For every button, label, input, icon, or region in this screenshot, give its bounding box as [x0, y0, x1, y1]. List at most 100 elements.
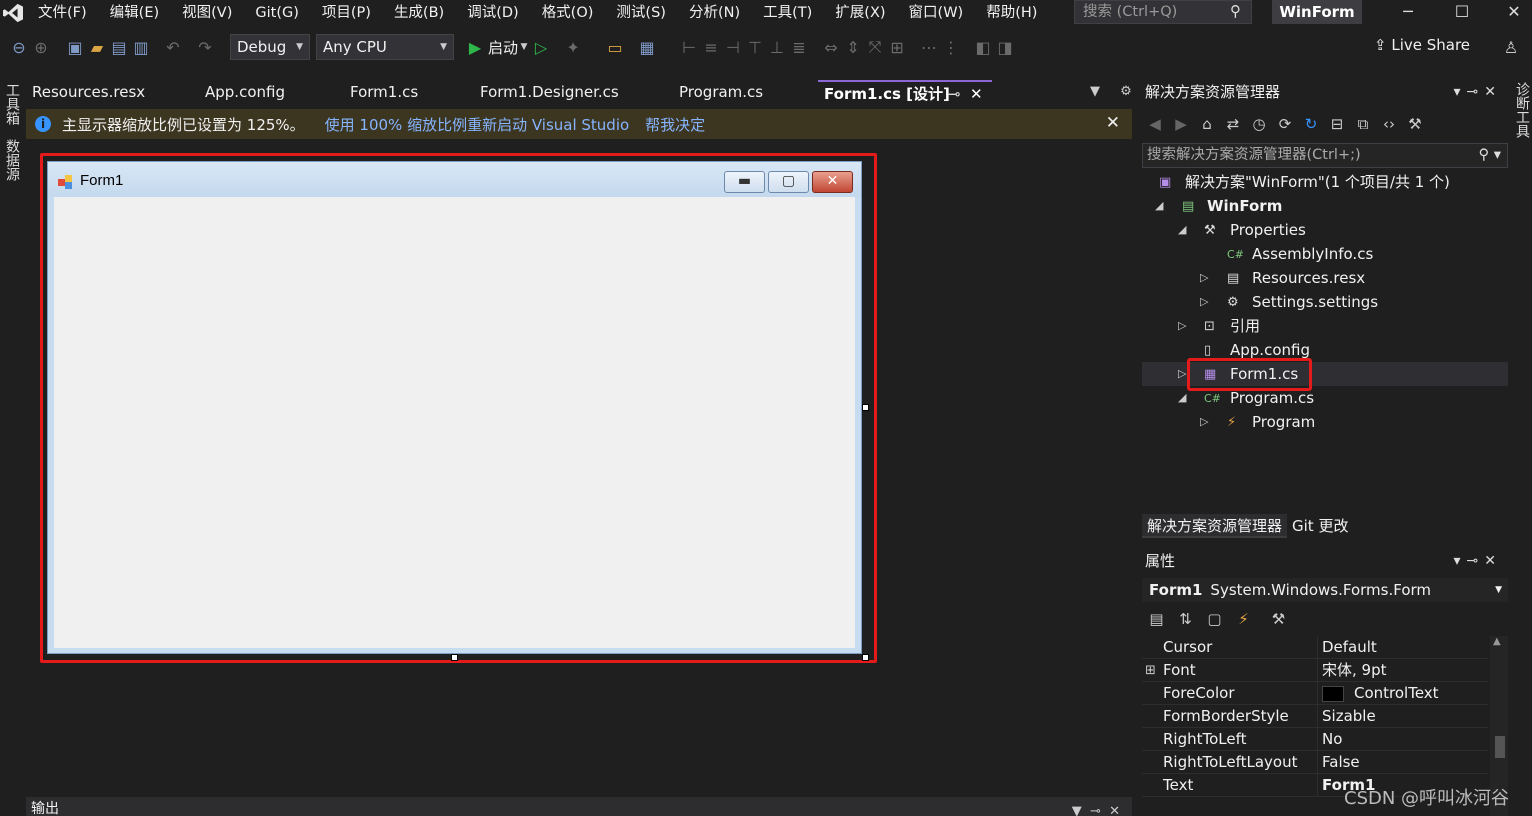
- form-maximize-button[interactable]: ▢: [768, 171, 809, 193]
- menu-file[interactable]: 文件(F): [26, 0, 98, 26]
- collapsed-chevron-icon[interactable]: ▷: [1178, 314, 1186, 338]
- visual-studio-logo-icon[interactable]: [0, 0, 26, 26]
- layout-tool-icon[interactable]: ▦: [636, 38, 658, 57]
- align-right-icon[interactable]: ⊣: [722, 38, 744, 57]
- property-value[interactable]: Default: [1322, 636, 1377, 659]
- forward-icon[interactable]: ▶: [1168, 115, 1194, 133]
- resize-handle-right[interactable]: [862, 404, 869, 411]
- maximize-window-icon[interactable]: ☐: [1442, 0, 1482, 24]
- close-tab-icon[interactable]: ✕: [970, 82, 983, 106]
- output-panel-controls[interactable]: ▼ ⊸ ✕: [1072, 800, 1120, 816]
- refresh-icon[interactable]: ↻: [1298, 115, 1324, 133]
- tree-item-resources-resx[interactable]: ▷ ▤ Resources.resx: [1142, 266, 1508, 290]
- property-value[interactable]: 宋体, 9pt: [1322, 659, 1386, 682]
- collapse-all-icon[interactable]: ⊟: [1324, 115, 1350, 133]
- tab-program-cs[interactable]: Program.cs: [673, 80, 818, 106]
- menu-help[interactable]: 帮助(H): [974, 0, 1048, 26]
- designer-form-window[interactable]: Form1 ▬ ▢ ✕: [47, 161, 862, 654]
- pin-icon[interactable]: ⊸: [948, 82, 961, 106]
- menu-format[interactable]: 格式(O): [530, 0, 605, 26]
- property-row-cursor[interactable]: Cursor Default: [1142, 636, 1488, 659]
- close-window-icon[interactable]: ✕: [1494, 0, 1532, 24]
- tab-form1-cs[interactable]: Form1.cs: [344, 80, 474, 106]
- form-client-area[interactable]: [54, 197, 855, 648]
- align-bottom-icon[interactable]: ≣: [788, 38, 810, 57]
- tree-item-assemblyinfo[interactable]: C# AssemblyInfo.cs: [1142, 242, 1508, 266]
- save-all-icon[interactable]: ▥: [130, 38, 152, 57]
- tree-item-settings[interactable]: ▷ ⚙ Settings.settings: [1142, 290, 1508, 314]
- navigate-back-icon[interactable]: ⊖: [8, 38, 30, 57]
- tree-item-solution[interactable]: ▣ 解决方案"WinForm"(1 个项目/共 1 个): [1142, 170, 1508, 194]
- menu-window[interactable]: 窗口(W): [897, 0, 975, 26]
- property-row-forecolor[interactable]: ForeColor ControlText: [1142, 682, 1488, 705]
- tab-app-config[interactable]: App.config: [199, 80, 344, 106]
- scroll-up-icon[interactable]: ▲: [1493, 636, 1501, 647]
- start-debug-icon[interactable]: ▶: [464, 38, 486, 57]
- tab-form1-design[interactable]: Form1.cs [设计] ⊸ ✕: [818, 80, 992, 106]
- tree-item-properties[interactable]: ◢ ⚒ Properties: [1142, 218, 1508, 242]
- expanded-chevron-icon[interactable]: ◢: [1178, 218, 1186, 242]
- resize-handle-bottom[interactable]: [451, 654, 458, 661]
- back-icon[interactable]: ◀: [1142, 115, 1168, 133]
- redo-icon[interactable]: ↷: [194, 38, 216, 57]
- navigate-forward-icon[interactable]: ⊕: [30, 38, 52, 57]
- menu-test[interactable]: 测试(S): [604, 0, 677, 26]
- property-row-righttoleft[interactable]: RightToLeft No: [1142, 728, 1488, 751]
- chevron-down-icon[interactable]: ▼: [518, 42, 530, 52]
- switch-views-icon[interactable]: ⇄: [1220, 115, 1246, 133]
- collapsed-chevron-icon[interactable]: ▷: [1200, 410, 1208, 434]
- resize-handle-corner[interactable]: [862, 654, 869, 661]
- size-to-grid-icon[interactable]: ⊞: [886, 38, 908, 57]
- collapsed-chevron-icon[interactable]: ▷: [1200, 266, 1208, 290]
- menu-debug[interactable]: 调试(D): [455, 0, 529, 26]
- form-close-button[interactable]: ✕: [812, 171, 853, 193]
- tree-item-project-winform[interactable]: ◢ ▤ WinForm: [1142, 194, 1508, 218]
- restart-100-percent-link[interactable]: 使用 100% 缩放比例重新启动 Visual Studio: [325, 114, 630, 135]
- expanded-chevron-icon[interactable]: ◢: [1178, 386, 1186, 410]
- make-same-height-icon[interactable]: ⇕: [842, 38, 864, 57]
- toolbox-tab[interactable]: 工具箱: [0, 82, 22, 126]
- undo-icon[interactable]: ↶: [162, 38, 184, 57]
- solution-folder-icon[interactable]: ▭: [604, 38, 626, 57]
- panel-controls[interactable]: ▾⊸✕: [1454, 80, 1503, 104]
- menu-git[interactable]: Git(G): [243, 0, 310, 26]
- pending-changes-icon[interactable]: ◷: [1246, 115, 1272, 133]
- new-project-icon[interactable]: ▣: [64, 38, 86, 57]
- minimize-window-icon[interactable]: ─: [1388, 0, 1428, 24]
- alphabetical-icon[interactable]: ⇅: [1171, 610, 1200, 628]
- categorized-icon[interactable]: ▤: [1142, 610, 1171, 628]
- align-middle-icon[interactable]: ⊥: [766, 38, 788, 57]
- collapsed-chevron-icon[interactable]: ▷: [1200, 290, 1208, 314]
- expanded-chevron-icon[interactable]: ◢: [1155, 194, 1163, 218]
- configuration-dropdown[interactable]: Debug ▼: [230, 34, 310, 60]
- hot-reload-icon[interactable]: ✦: [562, 38, 584, 57]
- sync-icon[interactable]: ⟳: [1272, 115, 1298, 133]
- form-title-bar[interactable]: Form1 ▬ ▢ ✕: [48, 162, 861, 197]
- platform-dropdown[interactable]: Any CPU ▼: [316, 34, 454, 60]
- output-panel-header[interactable]: 输出 ▼ ⊸ ✕: [26, 797, 1132, 816]
- property-row-font[interactable]: ⊞ Font 宋体, 9pt: [1142, 659, 1488, 682]
- properties-view-icon[interactable]: ▢: [1200, 610, 1229, 628]
- view-code-icon[interactable]: ‹›: [1376, 115, 1402, 133]
- expand-plus-icon[interactable]: ⊞: [1145, 659, 1156, 682]
- menu-view[interactable]: 视图(V): [170, 0, 243, 26]
- property-value[interactable]: ControlText: [1354, 682, 1439, 705]
- tab-git-changes[interactable]: Git 更改: [1287, 514, 1353, 538]
- property-row-formborderstyle[interactable]: FormBorderStyle Sizable: [1142, 705, 1488, 728]
- help-me-decide-link[interactable]: 帮我决定: [645, 114, 705, 135]
- form-minimize-button[interactable]: ▬: [724, 171, 765, 193]
- panel-controls[interactable]: ▾⊸✕: [1454, 549, 1503, 573]
- menu-project[interactable]: 项目(P): [310, 0, 382, 26]
- tab-solution-explorer[interactable]: 解决方案资源管理器: [1142, 514, 1288, 538]
- start-button-label[interactable]: 启动: [488, 37, 518, 58]
- menu-analyze[interactable]: 分析(N): [677, 0, 751, 26]
- save-icon[interactable]: ▤: [108, 38, 130, 57]
- align-top-icon[interactable]: ⊤: [744, 38, 766, 57]
- send-to-back-icon[interactable]: ◨: [994, 38, 1016, 57]
- tree-item-references[interactable]: ▷ ⊡ 引用: [1142, 314, 1508, 338]
- show-all-files-icon[interactable]: ⧉: [1350, 115, 1376, 133]
- bring-to-front-icon[interactable]: ◧: [972, 38, 994, 57]
- menu-build[interactable]: 生成(B): [382, 0, 455, 26]
- tab-list-chevron-icon[interactable]: ▼: [1090, 84, 1100, 99]
- property-value[interactable]: False: [1322, 751, 1360, 774]
